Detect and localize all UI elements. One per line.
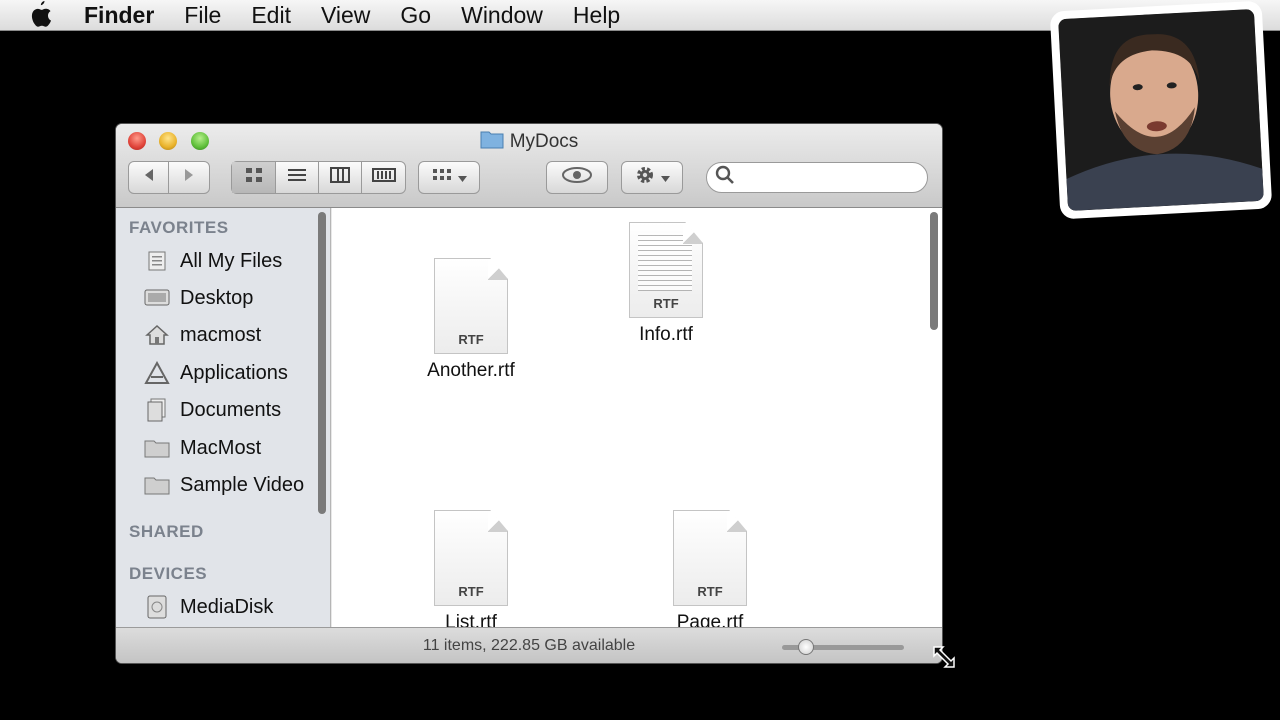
cover-flow-button[interactable] (362, 162, 405, 193)
devices-heading: DEVICES (129, 564, 208, 583)
menu-edit[interactable]: Edit (251, 0, 291, 31)
window-toolbar: MyDocs (116, 124, 942, 208)
screen: Finder File Edit View Go Window Help MyD… (0, 0, 1280, 720)
webcam-overlay (1049, 0, 1273, 220)
chevron-down-icon (457, 169, 467, 187)
icon-size-slider[interactable] (782, 639, 904, 655)
desktop-icon (144, 287, 170, 309)
chevron-down-icon (661, 169, 670, 187)
window-title-text: MyDocs (509, 131, 579, 152)
favorites-heading: FAVORITES (129, 218, 229, 237)
all-my-files-icon (144, 250, 170, 272)
file-type-label: RTF (458, 332, 484, 347)
search-input[interactable] (741, 169, 911, 186)
back-forward-control (128, 161, 210, 194)
sidebar-item-sample-video[interactable]: Sample Video (144, 470, 304, 500)
sidebar-item-mediadisk[interactable]: MediaDisk (144, 592, 273, 622)
file-type-label: RTF (458, 584, 484, 599)
action-button[interactable] (621, 161, 683, 194)
sidebar-item-all-my-files[interactable]: All My Files (144, 246, 282, 276)
file-item[interactable]: RTF Another.rtf (391, 258, 551, 382)
file-name: Info.rtf (639, 324, 693, 345)
sidebar-item-macmost-folder[interactable]: MacMost (144, 433, 261, 463)
sidebar-item-label: MacMost (180, 436, 262, 459)
file-item[interactable]: RTF Page.rtf (630, 510, 790, 627)
list-view-button[interactable] (276, 162, 319, 193)
menu-finder[interactable]: Finder (84, 0, 154, 31)
gear-icon (634, 164, 656, 191)
forward-button[interactable] (169, 162, 209, 193)
file-item[interactable]: RTF Info.rtf (586, 222, 746, 346)
search-icon (715, 165, 735, 190)
file-type-label: RTF (653, 296, 679, 311)
sidebar-item-label: Desktop (180, 286, 254, 309)
file-browser: RTF Another.rtf RTF Info.rtf RTF List.rt… (332, 208, 942, 627)
rtf-document-icon: RTF (434, 510, 508, 606)
home-icon (144, 324, 170, 346)
presenter-video (1058, 9, 1264, 211)
file-item[interactable]: RTF List.rtf (391, 510, 551, 627)
folder-icon (144, 474, 170, 496)
folder-icon (480, 129, 504, 155)
sidebar-item-label: MediaDisk (180, 595, 274, 618)
sidebar-item-desktop[interactable]: Desktop (144, 283, 253, 313)
file-name: Another.rtf (427, 360, 515, 381)
disk-icon (144, 595, 170, 619)
sidebar-item-applications[interactable]: Applications (144, 358, 288, 388)
menu-window[interactable]: Window (461, 0, 543, 31)
window-title: MyDocs (116, 129, 942, 155)
file-name: List.rtf (445, 612, 497, 627)
back-button[interactable] (129, 162, 169, 193)
apple-menu-icon[interactable] (28, 0, 58, 30)
back-arrow-icon (142, 168, 156, 187)
content-scrollbar[interactable] (930, 212, 938, 330)
icon-view-button[interactable] (232, 162, 276, 193)
cover-flow-icon (371, 167, 396, 188)
menu-view[interactable]: View (321, 0, 370, 31)
quick-look-button[interactable] (546, 161, 608, 194)
sidebar-scrollbar[interactable] (318, 212, 326, 514)
file-name: Page.rtf (676, 612, 744, 627)
rtf-document-icon: RTF (629, 222, 703, 318)
list-view-icon (287, 167, 307, 188)
sidebar-item-label: Sample Video (180, 473, 305, 496)
icon-view-icon (245, 167, 263, 188)
status-bar: 11 items, 222.85 GB available (116, 627, 942, 663)
sidebar-item-macmost-home[interactable]: macmost (144, 320, 261, 350)
rtf-document-icon: RTF (673, 510, 747, 606)
sidebar-item-documents[interactable]: Documents (144, 395, 281, 425)
search-field[interactable] (706, 162, 928, 193)
resize-cursor-icon (930, 643, 958, 671)
sidebar: FAVORITES All My Files Desktop macmost A… (116, 208, 331, 627)
folder-icon (144, 437, 170, 459)
rtf-document-icon: RTF (434, 258, 508, 354)
shared-heading: SHARED (129, 522, 204, 541)
column-view-button[interactable] (319, 162, 362, 193)
documents-icon (144, 398, 170, 422)
sidebar-item-label: macmost (180, 323, 262, 346)
applications-icon (144, 361, 170, 384)
forward-arrow-icon (182, 168, 196, 187)
sidebar-item-label: Documents (180, 398, 282, 421)
menu-file[interactable]: File (184, 0, 221, 31)
column-view-icon (330, 167, 350, 188)
sidebar-item-label: All My Files (180, 249, 283, 272)
eye-icon (561, 167, 593, 188)
menu-go[interactable]: Go (400, 0, 431, 31)
arrange-button[interactable] (418, 161, 480, 194)
view-mode-control (231, 161, 406, 194)
arrange-icon (432, 168, 452, 187)
sidebar-item-label: Applications (180, 361, 288, 384)
file-type-label: RTF (697, 584, 723, 599)
menu-help[interactable]: Help (573, 0, 620, 31)
finder-window: MyDocs FAVORITES All My Files Desktop ma… (116, 124, 942, 663)
